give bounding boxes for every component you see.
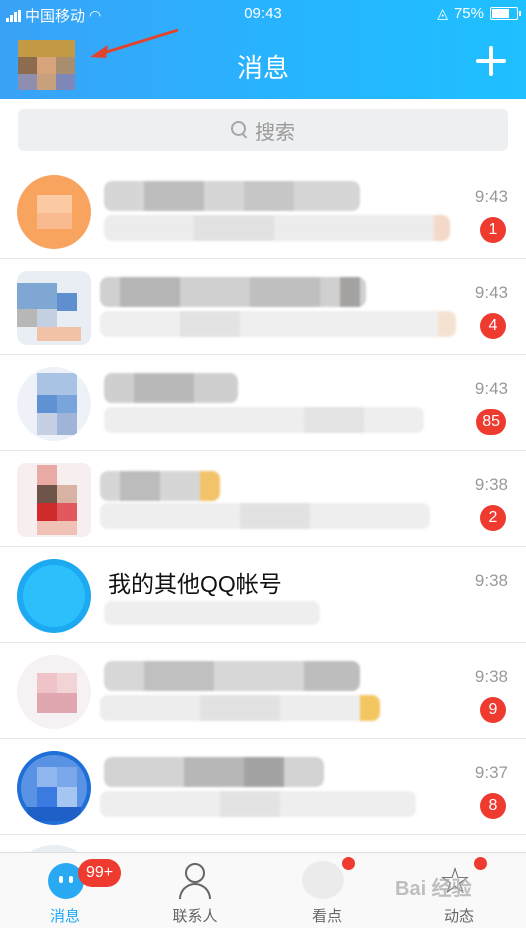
contact-avatar [17, 463, 91, 537]
tab-label: 联系人 [172, 908, 218, 925]
contact-avatar [17, 559, 91, 633]
unread-badge: 85 [476, 409, 506, 435]
page-title: 消息 [236, 53, 289, 83]
conversation-list: 9:43 1 9:43 4 9:43 85 9:38 2 我的其他QQ帐号 9:… [0, 163, 526, 905]
blurred-name [100, 277, 366, 307]
add-icon[interactable] [476, 46, 506, 76]
blurred-preview [100, 791, 416, 817]
conversation-time: 9:38 [474, 475, 508, 494]
conversation-time: 9:43 [474, 379, 508, 398]
tab-messages[interactable]: 99+ 消息 [0, 853, 130, 929]
blurred-preview [104, 215, 450, 241]
tab-label: 看点 [311, 908, 342, 925]
conversation-row[interactable]: 9:43 85 [0, 355, 526, 451]
conversation-time: 9:37 [474, 763, 508, 782]
look-icon [302, 861, 344, 899]
contact-avatar [17, 175, 91, 249]
blurred-name [104, 661, 360, 691]
tab-label: 动态 [443, 908, 474, 925]
unread-badge: 4 [480, 313, 506, 339]
unread-badge: 8 [480, 793, 506, 819]
blurred-preview [104, 407, 424, 433]
watermark-logo: Bai 经验 [395, 878, 472, 900]
new-dot [342, 857, 355, 870]
unread-badge: 1 [480, 217, 506, 243]
contact-avatar [17, 655, 91, 729]
blurred-name [104, 373, 238, 403]
conversation-time: 9:38 [474, 667, 508, 686]
contacts-icon [177, 861, 213, 901]
conversation-row[interactable]: 9:37 8 [0, 739, 526, 835]
search-input[interactable]: 搜索 [18, 109, 508, 151]
blurred-preview [100, 695, 380, 721]
conversation-time: 9:38 [474, 571, 508, 590]
messages-unread-badge: 99+ [78, 859, 122, 887]
search-placeholder: 搜索 [255, 121, 295, 144]
battery-icon [490, 7, 521, 20]
tab-contacts[interactable]: 联系人 [130, 853, 260, 929]
contact-avatar [17, 271, 91, 345]
conversation-row[interactable]: 9:38 2 [0, 451, 526, 547]
alarm-icon: ◬ [437, 5, 448, 21]
blurred-preview [104, 601, 320, 625]
conversation-row[interactable]: 我的其他QQ帐号 9:38 [0, 547, 526, 643]
new-dot [474, 857, 487, 870]
conversation-row[interactable]: 9:43 1 [0, 163, 526, 259]
blurred-name [104, 757, 324, 787]
search-area: 搜索 [0, 99, 526, 163]
tab-look[interactable]: 看点 [262, 853, 392, 929]
blurred-name [100, 471, 220, 501]
battery-fill [492, 9, 509, 18]
header-bar: 中国移动 ◠ 09:43 ◬ 75% 消息 [0, 0, 526, 99]
blurred-preview [100, 311, 456, 337]
battery-percent: 75% [453, 5, 484, 22]
blurred-name [104, 181, 360, 211]
conversation-time: 9:43 [474, 187, 508, 206]
contact-avatar [17, 367, 91, 441]
tab-label: 消息 [49, 908, 80, 925]
status-bar: 中国移动 ◠ 09:43 ◬ 75% [0, 0, 526, 28]
conversation-row[interactable]: 9:38 9 [0, 643, 526, 739]
conversation-name: 我的其他QQ帐号 [108, 571, 282, 597]
search-icon [231, 121, 249, 139]
conversation-row[interactable]: 9:43 4 [0, 259, 526, 355]
unread-badge: 9 [480, 697, 506, 723]
conversation-time: 9:43 [474, 283, 508, 302]
blurred-preview [100, 503, 430, 529]
unread-badge: 2 [480, 505, 506, 531]
contact-avatar [17, 751, 91, 825]
